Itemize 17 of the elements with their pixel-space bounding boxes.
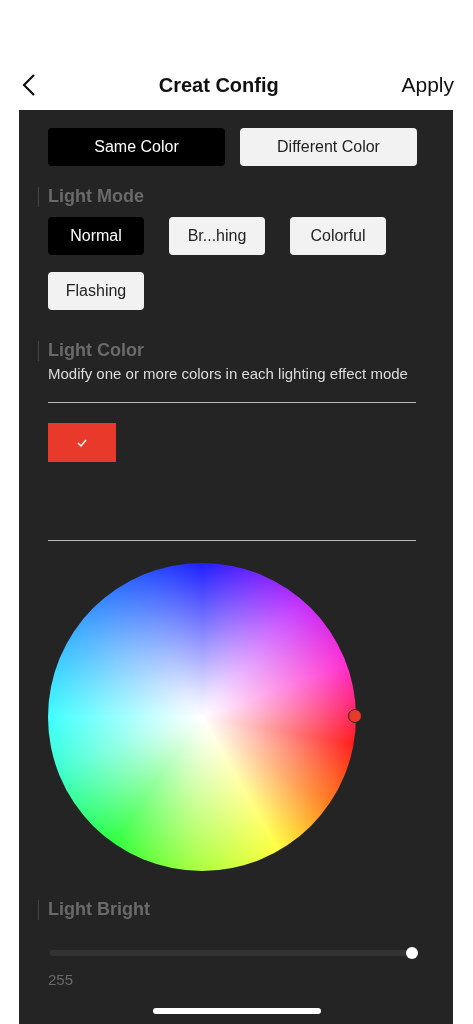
- section-title: Light Bright: [48, 899, 150, 920]
- color-type-tab[interactable]: Same Color: [48, 128, 225, 166]
- mode-button[interactable]: Colorful: [290, 217, 386, 255]
- color-swatch[interactable]: [48, 423, 116, 462]
- apply-button[interactable]: Apply: [401, 73, 454, 97]
- brightness-value: 255: [48, 971, 75, 988]
- color-type-tab[interactable]: Different Color: [240, 128, 417, 166]
- picker-handle[interactable]: [348, 709, 362, 723]
- mode-button[interactable]: Normal: [48, 217, 144, 255]
- back-icon[interactable]: [22, 74, 36, 96]
- page-title: Creat Config: [158, 73, 279, 97]
- mode-button[interactable]: Flashing: [48, 272, 144, 310]
- slider-thumb[interactable]: [406, 947, 418, 959]
- section-title: Light Mode: [48, 186, 144, 207]
- description-text: Modify one or more colors in each lighting effect mode: [48, 365, 409, 382]
- mode-button[interactable]: Br...hing: [169, 217, 265, 255]
- section-title: Light Color: [48, 340, 144, 361]
